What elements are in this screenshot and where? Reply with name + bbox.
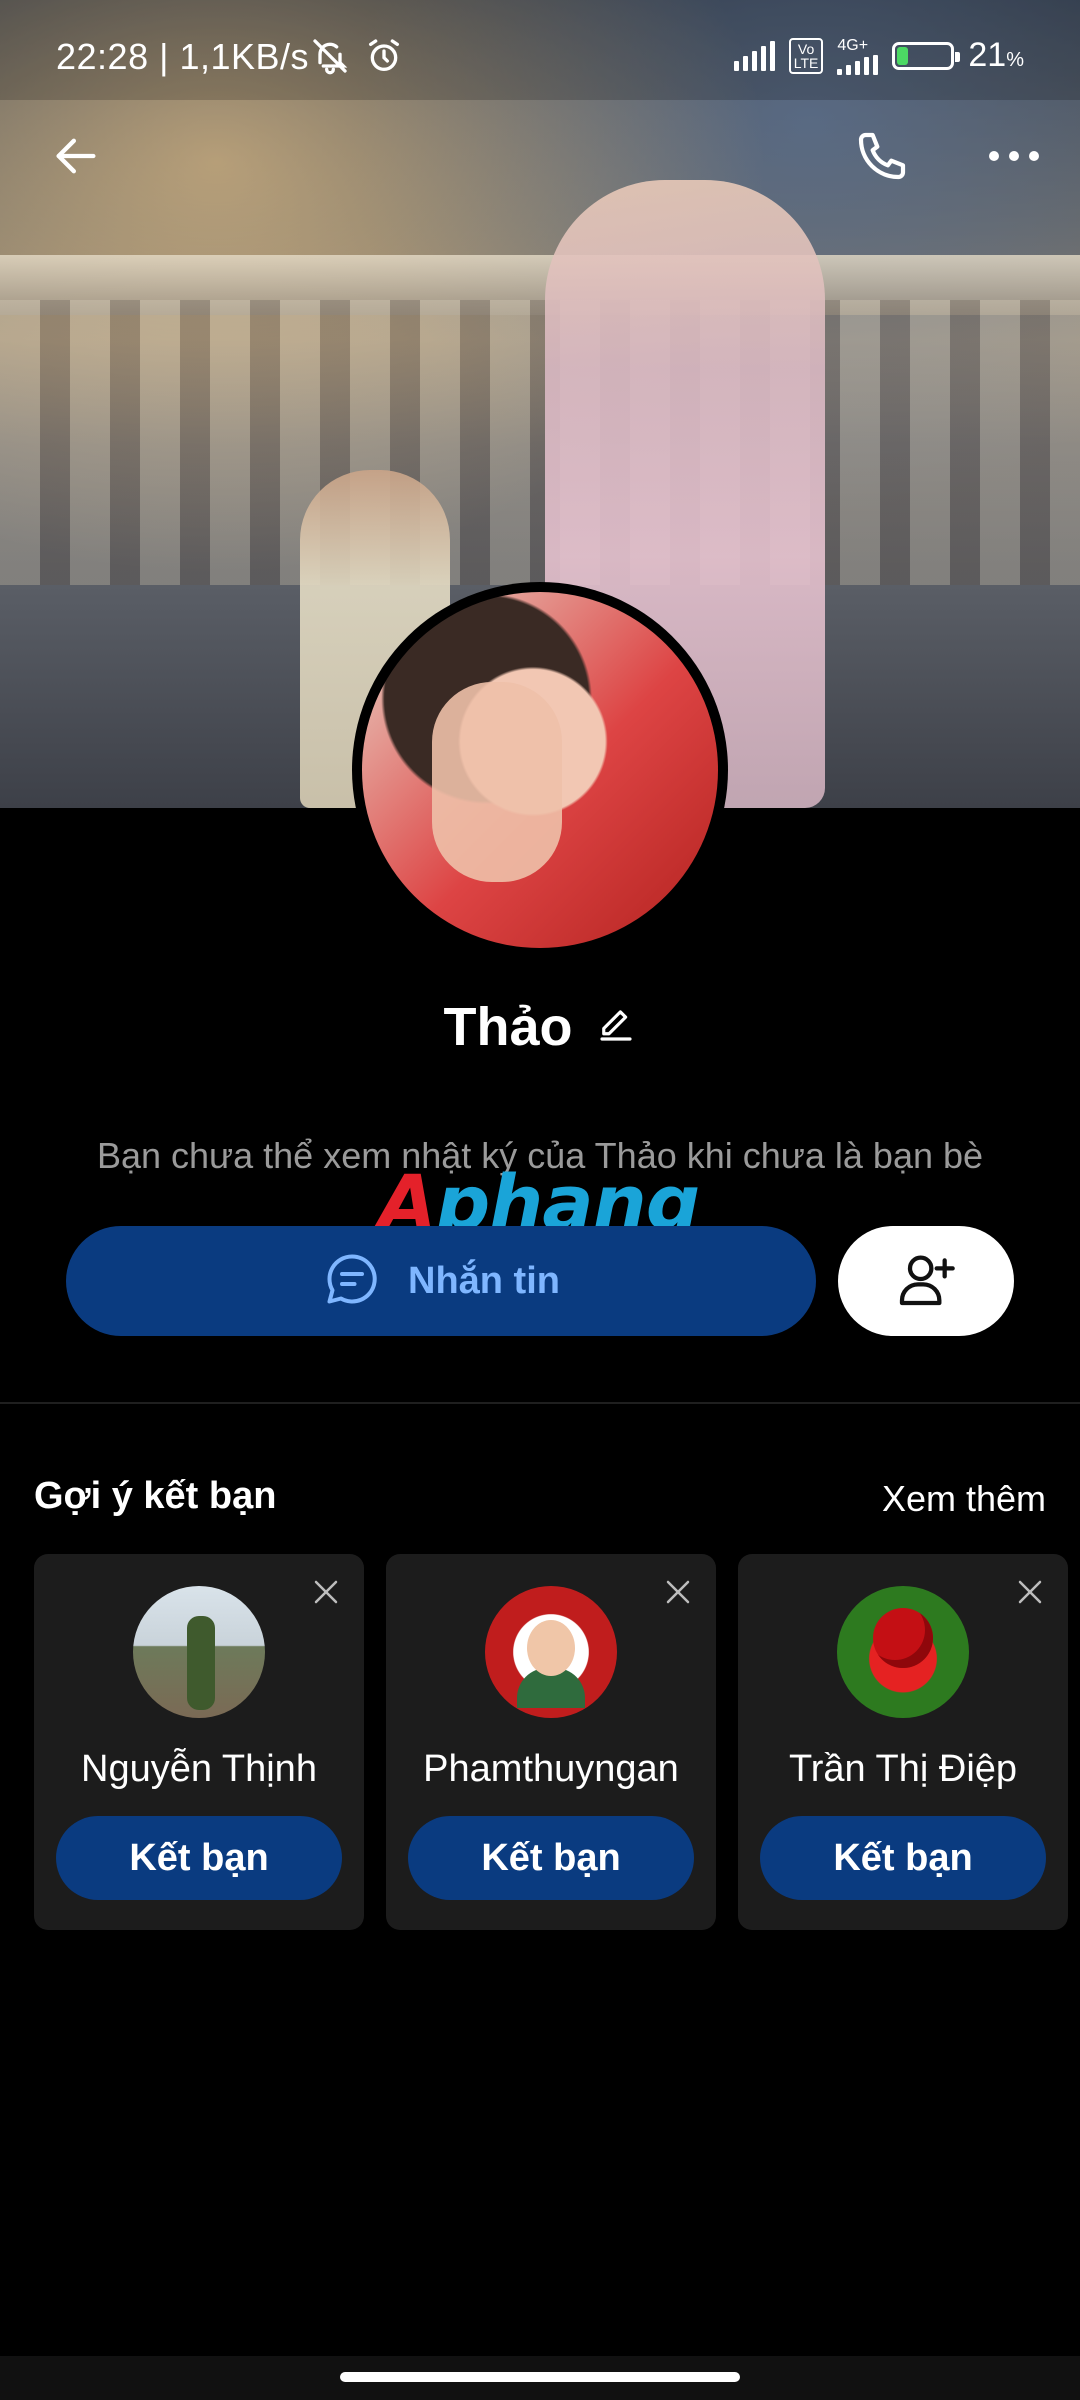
back-button[interactable]: [36, 118, 116, 198]
profile-avatar[interactable]: [362, 592, 718, 948]
more-dots-icon: [986, 146, 1042, 171]
add-friend-suggestion-button[interactable]: Kết bạn: [760, 1816, 1046, 1900]
section-divider: [0, 1402, 1080, 1404]
battery-percent: 21%: [968, 36, 1024, 74]
suggestion-card[interactable]: Nguyễn Thịnh Kết bạn: [34, 1554, 364, 1930]
pencil-icon[interactable]: [595, 1004, 637, 1051]
add-friend-suggestion-button[interactable]: Kết bạn: [56, 1816, 342, 1900]
suggestion-card[interactable]: Trần Thị Điệp Kết bạn: [738, 1554, 1068, 1930]
arrow-left-icon: [50, 130, 102, 187]
suggestion-avatar[interactable]: [485, 1586, 617, 1718]
add-user-icon: [894, 1247, 958, 1316]
suggestions-title: Gợi ý kết bạn: [34, 1475, 277, 1517]
avatar-hand-shape: [432, 682, 562, 882]
profile-name: Thảo: [443, 997, 573, 1057]
status-icons-right: Vo LTE 4G+ 21%: [733, 36, 1024, 75]
add-friend-suggestion-button[interactable]: Kết bạn: [408, 1816, 694, 1900]
suggestion-avatar[interactable]: [837, 1586, 969, 1718]
battery-icon: [892, 41, 961, 70]
more-button[interactable]: [974, 118, 1054, 198]
message-button[interactable]: Nhắn tin: [66, 1226, 816, 1336]
cover-temple: [0, 300, 1080, 590]
message-button-label: Nhắn tin: [408, 1259, 560, 1302]
close-icon[interactable]: [302, 1568, 350, 1616]
battery-fill: [897, 46, 909, 65]
alarm-icon: [364, 36, 404, 81]
signal-icon: [733, 40, 775, 71]
home-indicator[interactable]: [340, 2372, 740, 2382]
suggestion-avatar[interactable]: [133, 1586, 265, 1718]
bell-muted-icon: [310, 36, 350, 81]
suggestion-cards: Nguyễn Thịnh Kết bạn Phamthuyngan Kết bạ…: [34, 1554, 1068, 1930]
volte-badge: Vo LTE: [788, 37, 824, 74]
status-bar: 22:28 | 1,1KB/s Vo LTE 4G+ 21%: [0, 0, 1080, 100]
profile-avatar-frame: [352, 582, 728, 958]
status-icons-left: [310, 36, 404, 81]
avatar-soldier-figure: [187, 1616, 215, 1710]
suggestion-name: Trần Thị Điệp: [788, 1748, 1018, 1790]
avatar-face-shape: [527, 1620, 575, 1676]
suggestion-card[interactable]: Phamthuyngan Kết bạn: [386, 1554, 716, 1930]
phone-icon: [854, 128, 910, 189]
chat-bubble-icon: [322, 1249, 382, 1314]
close-icon[interactable]: [654, 1568, 702, 1616]
add-friend-button[interactable]: [838, 1226, 1014, 1336]
suggestion-name: Phamthuyngan: [423, 1748, 679, 1790]
see-more-link[interactable]: Xem thêm: [882, 1478, 1046, 1520]
profile-name-row: Thảo: [0, 996, 1080, 1058]
signal-4g-icon: 4G+: [837, 37, 879, 75]
status-time: 22:28 | 1,1KB/s: [56, 36, 310, 77]
call-button[interactable]: [842, 118, 922, 198]
avatar-rose-shape: [873, 1608, 933, 1668]
suggestion-name: Nguyễn Thịnh: [81, 1748, 317, 1790]
close-icon[interactable]: [1006, 1568, 1054, 1616]
